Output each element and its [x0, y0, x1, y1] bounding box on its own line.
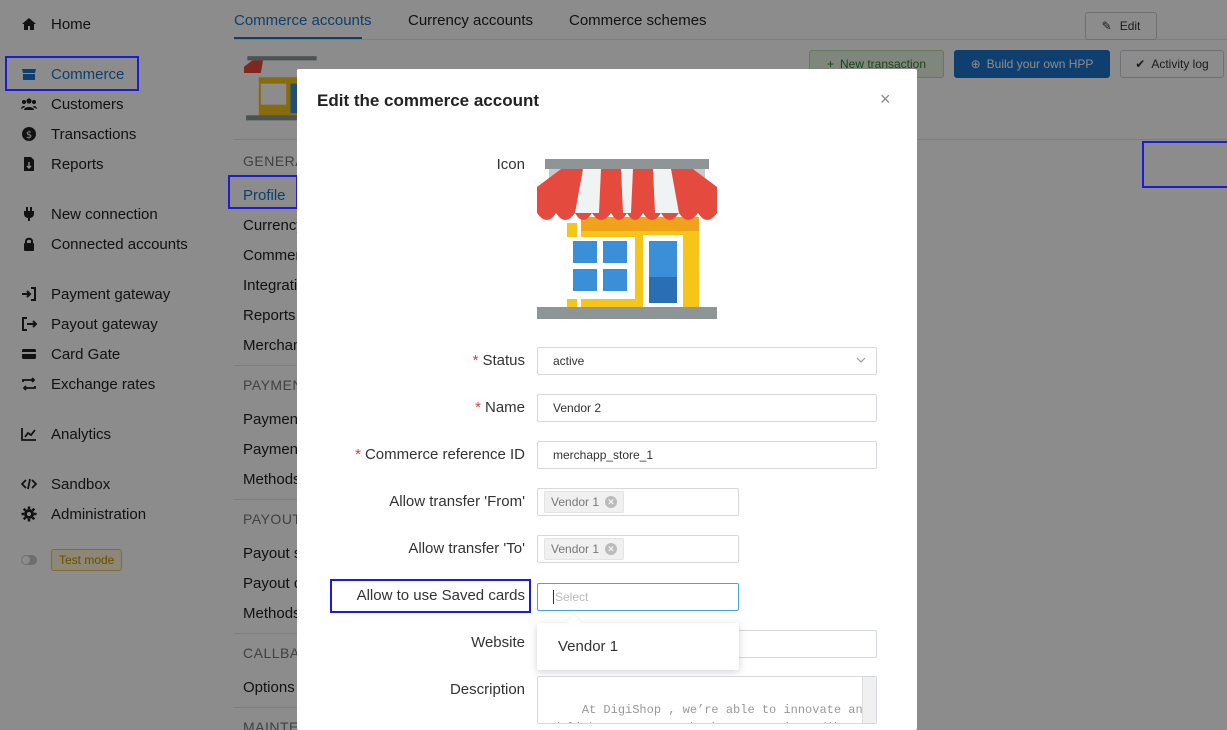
status-select[interactable]: active	[537, 347, 877, 375]
website-label: Website	[471, 634, 525, 651]
select-placeholder: Select	[555, 590, 589, 604]
selected-tag: Vendor 1 ✕	[544, 538, 625, 560]
required-mark: *	[475, 399, 481, 416]
text-caret	[553, 590, 554, 604]
allow-from-label: Allow transfer 'From'	[389, 493, 525, 510]
selected-tag: Vendor 1 ✕	[544, 491, 625, 513]
store-icon[interactable]	[537, 157, 717, 323]
required-mark: *	[472, 352, 479, 369]
chevron-down-icon	[856, 357, 866, 363]
dropdown-option[interactable]: Vendor 1	[558, 638, 618, 655]
description-textarea[interactable]: At DigiShop , we’re able to innovate and…	[537, 676, 877, 724]
required-mark: *	[355, 446, 361, 463]
reference-id-input[interactable]: merchapp_store_1	[537, 441, 877, 469]
tag-label: Vendor 1	[551, 495, 600, 509]
remove-tag-icon[interactable]: ✕	[605, 543, 618, 555]
allow-to-select[interactable]: Vendor 1 ✕	[537, 535, 739, 563]
close-icon[interactable]: ×	[880, 89, 891, 110]
saved-cards-select[interactable]: Select	[537, 583, 739, 611]
label-text: Name	[484, 399, 525, 416]
select-value: active	[553, 354, 585, 368]
textarea-value: At DigiShop , we’re able to innovate and…	[553, 703, 870, 723]
label-text: Commerce reference ID	[364, 446, 525, 463]
name-label: * Name	[475, 399, 525, 416]
tag-label: Vendor 1	[551, 542, 600, 556]
icon-label: Icon	[496, 156, 525, 173]
name-input[interactable]: Vendor 2	[537, 394, 877, 422]
allow-from-select[interactable]: Vendor 1 ✕	[537, 488, 739, 516]
reference-id-label: * Commerce reference ID	[355, 446, 525, 463]
label-text: Status	[482, 352, 525, 369]
saved-cards-label: Allow to use Saved cards	[356, 587, 525, 604]
status-label: * Status	[473, 352, 525, 369]
allow-to-label: Allow transfer 'To'	[408, 540, 525, 557]
textarea-scrollbar[interactable]	[862, 677, 876, 723]
edit-commerce-modal: Edit the commerce account × Icon * Statu…	[297, 69, 917, 730]
description-label: Description	[449, 681, 525, 698]
modal-title: Edit the commerce account	[317, 91, 540, 110]
remove-tag-icon[interactable]: ✕	[605, 496, 618, 508]
saved-cards-dropdown: Vendor 1	[537, 623, 739, 670]
